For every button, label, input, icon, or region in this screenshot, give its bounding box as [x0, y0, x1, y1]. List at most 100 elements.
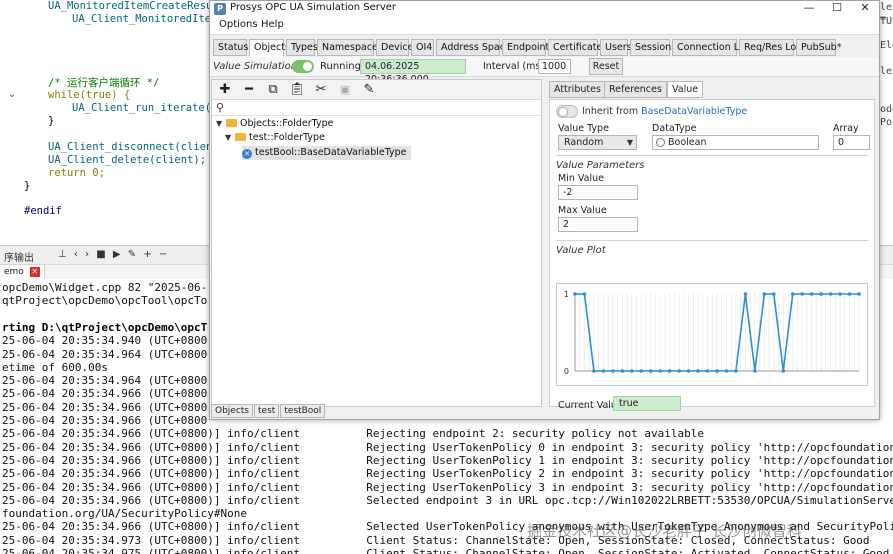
data-point [592, 369, 596, 373]
interval-input[interactable]: 1000 [538, 59, 571, 74]
output-tab[interactable]: emo ✕ [0, 265, 45, 279]
value-simulation-bar: Value Simulation Running 04.06.2025 20:3… [210, 57, 879, 85]
expand-arrow-icon[interactable]: ▼ [225, 131, 233, 145]
minimize-button[interactable]: — [795, 1, 823, 16]
data-point [630, 369, 634, 373]
code-line: UA_Client_MonitoredItem [72, 13, 218, 25]
min-value-input[interactable]: -2 [558, 185, 638, 200]
maximize-button[interactable]: ☐ [823, 1, 851, 16]
log-line: 25-06-04 20:35:34.966 (UTC+0800)] info/c… [2, 493, 893, 507]
tree-node-label: test::FolderType [249, 132, 325, 143]
tab-device[interactable]: Device [376, 39, 414, 56]
tab-namespaces[interactable]: Namespaces [317, 39, 383, 56]
tab-pubsub[interactable]: PubSub* [796, 39, 841, 56]
max-value-label: Max Value [558, 205, 607, 216]
tab-users[interactable]: Users [600, 39, 632, 56]
data-point [809, 292, 814, 296]
data-point [734, 369, 738, 373]
tree-node-test[interactable]: ▼ test::FolderType [225, 131, 325, 145]
toggle-knob [302, 61, 313, 72]
tab-types[interactable]: Types [286, 39, 318, 56]
breadcrumb-testbool[interactable]: testBool [280, 404, 326, 418]
tree-node-testbool[interactable]: ✕ testBool::BaseDataVariableType [242, 146, 411, 160]
output-toolbar-icons[interactable]: ⊥ ‹ › ■ ▶ ✎ + − [58, 249, 169, 260]
y-tick-label: 0 [564, 367, 569, 376]
value-parameters-title: Value Parameters [556, 160, 645, 171]
data-point [582, 292, 587, 296]
search-icon: ⚲ [216, 101, 225, 114]
log-line: 25-06-04 20:35:34.966 (UTC+0800 [2, 400, 208, 414]
tab-sessions[interactable]: Sessions [630, 39, 676, 56]
data-point [705, 369, 710, 373]
fold-toggle-icon[interactable]: ⌄ [8, 89, 16, 100]
tab-attributes[interactable]: Attributes [549, 81, 606, 98]
inherit-toggle[interactable] [556, 105, 578, 118]
remove-node-button[interactable]: ━ [238, 81, 260, 99]
tab-req-res-log[interactable]: Req/Res Log [739, 39, 802, 56]
value-plot: 01 [556, 283, 868, 386]
data-point [639, 369, 644, 373]
log-line: qtProject\opcDemo\opcTool\opcTo [2, 294, 208, 308]
reset-button[interactable]: Reset [589, 58, 623, 75]
value-simulation-label: Value Simulation [213, 61, 298, 72]
cut-icon[interactable]: ✂ [310, 81, 332, 99]
opcua-simulation-server-window: P Prosys OPC UA Simulation Server — ☐ ✕ … [209, 0, 880, 420]
array-size-input[interactable]: 0 [833, 135, 870, 150]
log-line: foundation.org/UA/SecurityPolicy#None [2, 507, 248, 521]
breadcrumb-objects[interactable]: Objects [211, 404, 254, 418]
log-line: 25-06-04 20:35:34.940 (UTC+0800 [2, 334, 208, 348]
background-text-fragment: Ele [880, 40, 893, 51]
copy-icon[interactable]: ⧉ [262, 81, 284, 99]
simulation-toggle[interactable] [292, 60, 314, 73]
output-toolbar-label: 序输出 [4, 253, 34, 264]
tree-search-input[interactable] [230, 102, 530, 115]
data-point [667, 369, 672, 373]
background-text-fragment: ode [880, 104, 893, 115]
log-line: 25-06-04 20:35:34.966 (UTC+0800)] info/c… [2, 440, 893, 454]
node-detail-pane: Attributes References Value Inherit from… [549, 79, 875, 411]
properties-icon[interactable]: ▣ [334, 81, 356, 99]
tab-objects[interactable]: Objects [249, 39, 290, 57]
value-type-select[interactable]: Random ▼ [558, 135, 637, 150]
tab-address-space[interactable]: Address Space [436, 39, 511, 56]
tab-references[interactable]: References [604, 81, 667, 98]
tab-connection-log[interactable]: Connection Log [672, 39, 751, 56]
close-window-button[interactable]: ✕ [851, 1, 879, 16]
menu-options[interactable]: Options [219, 19, 258, 30]
inherit-prefix: Inherit from [582, 106, 639, 117]
breadcrumb-test[interactable]: test [254, 404, 280, 418]
tab-certificates[interactable]: Certificates [548, 39, 607, 56]
breadcrumb: Objects test testBool [211, 404, 326, 418]
tab-endpoints[interactable]: Endpoints [502, 39, 554, 56]
max-value-input[interactable]: 2 [558, 217, 638, 232]
window-title: Prosys OPC UA Simulation Server [230, 2, 397, 13]
value-type-label: Value Type [558, 123, 609, 134]
inherit-type-link[interactable]: BaseDataVariableType [641, 106, 747, 117]
data-point [658, 369, 662, 373]
tab-value[interactable]: Value [667, 81, 704, 98]
data-point [611, 369, 615, 373]
code-line: UA_Client_disconnect(client [48, 141, 219, 153]
paste-icon[interactable]: 📋︎ [286, 81, 308, 99]
tab-oi4[interactable]: OI4 [411, 39, 434, 56]
output-tab-label: emo [4, 267, 24, 277]
close-icon[interactable]: ✕ [29, 267, 40, 277]
tree-node-objects[interactable]: ▼ Objects::FolderType [216, 117, 333, 131]
expand-arrow-icon[interactable]: ▼ [216, 117, 224, 131]
tree-toolbar: ✚ ━ ⧉ 📋︎ ✂ ▣ ✎ [212, 80, 541, 100]
title-bar[interactable]: P Prosys OPC UA Simulation Server — ☐ ✕ [210, 1, 879, 17]
add-node-button[interactable]: ✚ [214, 81, 236, 99]
data-point [601, 369, 606, 373]
log-line: 25-06-04 20:35:34.966 (UTC+0800)] info/c… [2, 453, 893, 467]
data-point [772, 292, 776, 296]
log-line: etime of 600.00s [2, 360, 108, 374]
value-type-selected: Random [564, 137, 604, 148]
data-point [838, 292, 842, 296]
datatype-field[interactable]: Boolean [652, 135, 819, 150]
toggle-knob [558, 107, 568, 117]
data-point [753, 369, 757, 373]
data-point [828, 292, 833, 296]
edit-pencil-icon[interactable]: ✎ [358, 81, 380, 99]
tab-status[interactable]: Status [213, 39, 248, 56]
menu-help[interactable]: Help [261, 19, 284, 30]
